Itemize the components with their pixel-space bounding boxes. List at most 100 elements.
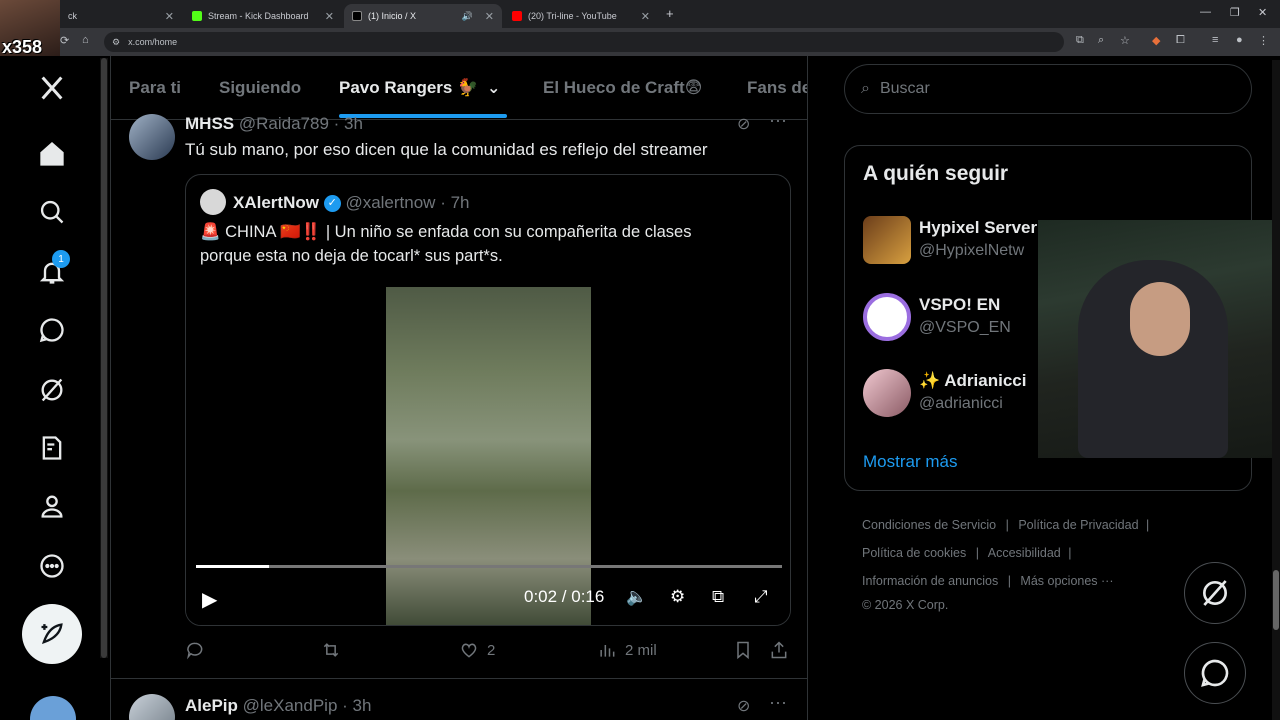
privacy-link[interactable]: Política de Privacidad — [1018, 518, 1138, 532]
cast-icon[interactable]: ⧉ — [1076, 34, 1084, 47]
messages-fab-button[interactable] — [1184, 642, 1246, 704]
browser-window: { "browser": { "tabs": [ {"title": "ck",… — [0, 0, 1280, 720]
bookmark-star-icon[interactable]: ☆ — [1120, 34, 1130, 47]
show-more-link[interactable]: Mostrar más — [863, 452, 957, 472]
home-icon[interactable] — [36, 138, 68, 170]
speaker-icon[interactable]: 🔊 — [462, 11, 473, 22]
tweet-more-icon[interactable]: ··· — [769, 110, 787, 131]
sidebar-scrollbar[interactable] — [100, 58, 108, 658]
grok-fab-button[interactable] — [1184, 562, 1246, 624]
browser-tab-bar: ck ✕ Stream - Kick Dashboard ✕ (1) Inici… — [0, 0, 1280, 28]
next-tweet-avatar[interactable] — [129, 694, 175, 720]
picture-in-picture-icon[interactable]: ⧉ — [712, 587, 724, 607]
browser-tab-4[interactable]: (20) Tri-line - YouTube ✕ — [504, 4, 658, 28]
adrianicci-avatar — [863, 369, 911, 417]
more-options-icon[interactable] — [36, 550, 68, 582]
messages-bubble-icon[interactable] — [36, 314, 68, 346]
footer-row-1: Condiciones de Servicio | Política de Pr… — [862, 518, 1153, 532]
share-icon — [771, 641, 787, 659]
minimize-icon[interactable]: — — [1200, 6, 1211, 18]
page-scrollbar[interactable] — [1272, 60, 1280, 720]
profile-icon[interactable]: ● — [1236, 34, 1243, 46]
reply-icon — [187, 642, 203, 660]
play-icon[interactable]: ▶ — [202, 587, 217, 612]
reply-button[interactable] — [185, 640, 205, 660]
accessibility-link[interactable]: Accesibilidad — [988, 546, 1061, 560]
extension-icon[interactable]: ◆ — [1152, 34, 1160, 47]
media-control-icon[interactable]: ≡ — [1212, 34, 1218, 46]
browser-menu-icon[interactable]: ⋮ — [1258, 34, 1269, 47]
verified-badge-icon: ✓ — [323, 195, 341, 213]
volume-icon[interactable]: 🔈 — [626, 587, 647, 607]
fullscreen-icon[interactable]: ⤢ — [754, 587, 768, 607]
tweet-author-name[interactable]: MHSS — [185, 114, 234, 133]
grok-icon — [1203, 580, 1227, 606]
terms-link[interactable]: Condiciones de Servicio — [862, 518, 996, 532]
maximize-icon[interactable]: ❐ — [1230, 6, 1240, 19]
account-avatar[interactable] — [30, 696, 76, 720]
heart-icon — [461, 643, 477, 658]
share-button[interactable] — [769, 640, 789, 660]
new-tab-icon[interactable]: + — [666, 6, 674, 21]
close-tab-icon[interactable]: ✕ — [325, 10, 334, 23]
quoted-tweet[interactable]: XAlertNow ✓ @xalertnow · 7h 🚨 CHINA 🇨🇳‼️… — [185, 174, 791, 626]
next-tweet-more-icon[interactable]: ··· — [769, 692, 787, 713]
grok-icon[interactable]: ⊘ — [737, 696, 750, 716]
follow-name: Hypixel Server — [919, 218, 1038, 237]
quote-time: · 7h — [440, 193, 470, 212]
footer-row-2: Política de cookies | Accesibilidad | — [862, 546, 1075, 560]
settings-gear-icon[interactable]: ⚙ — [670, 587, 685, 607]
follow-handle: @adrianicci — [919, 395, 1003, 412]
profile-person-icon[interactable] — [36, 490, 68, 522]
search-box[interactable]: ⌕ Buscar — [844, 64, 1252, 114]
video-progress-bar[interactable] — [196, 565, 782, 568]
tweet-author-handle[interactable]: @Raida789 — [239, 114, 329, 133]
extensions-puzzle-icon[interactable]: ⧠ — [1176, 34, 1185, 47]
hypixel-avatar — [863, 216, 911, 264]
repost-button[interactable] — [321, 640, 341, 660]
views-button[interactable]: 2 mil — [597, 640, 657, 660]
next-tweet-time[interactable]: · 3h — [342, 696, 371, 715]
zoom-icon[interactable]: ⌕ — [1098, 34, 1104, 47]
tweet-author-avatar[interactable] — [129, 114, 175, 160]
left-sidebar: 1 — [0, 56, 100, 720]
follow-name: ✨ Adrianicci — [919, 371, 1027, 390]
tab-para-ti[interactable]: Para ti — [129, 78, 181, 98]
close-tab-icon[interactable]: ✕ — [165, 10, 174, 23]
site-info-icon[interactable]: ⚙ — [112, 37, 120, 48]
tweet-actions: 2 2 mil — [185, 640, 791, 668]
bookmark-button[interactable] — [733, 640, 753, 660]
more-options-link[interactable]: Más opciones ··· — [1020, 574, 1113, 588]
grok-icon[interactable] — [36, 374, 68, 406]
tab-siguiendo[interactable]: Siguiendo — [219, 78, 301, 98]
compose-post-button[interactable] — [22, 604, 82, 664]
browser-tab-2[interactable]: Stream - Kick Dashboard ✕ — [184, 4, 342, 28]
browser-tab-3[interactable]: (1) Inicio / X 🔊 ✕ — [344, 4, 502, 28]
ads-info-link[interactable]: Información de anuncios — [862, 574, 998, 588]
close-tab-icon[interactable]: ✕ — [485, 10, 494, 23]
like-button[interactable]: 2 — [459, 640, 495, 660]
tab-pavo-rangers[interactable]: Pavo Rangers 🐓 — [339, 78, 478, 98]
home-icon[interactable]: ⌂ — [82, 34, 89, 46]
x-logo-icon[interactable] — [36, 72, 68, 104]
cookies-link[interactable]: Política de cookies — [862, 546, 966, 560]
tab-el-hueco-de-craft[interactable]: El Hueco de Craft😨 — [543, 78, 702, 98]
tweet-time[interactable]: · 3h — [334, 114, 363, 133]
tab-title: ck — [68, 11, 77, 21]
close-tab-icon[interactable]: ✕ — [641, 10, 650, 23]
chevron-down-icon[interactable]: ⌄ — [487, 78, 500, 98]
lists-note-icon[interactable] — [36, 432, 68, 464]
browser-tab-1[interactable]: ck ✕ — [60, 4, 182, 28]
tab-fans-de[interactable]: Fans de — [747, 78, 807, 98]
address-bar[interactable]: ⚙ x.com/home — [104, 32, 1064, 52]
explore-search-icon[interactable] — [36, 196, 68, 228]
bookmark-icon — [737, 641, 749, 660]
reload-icon[interactable]: ⟳ — [60, 34, 69, 47]
url-text[interactable]: x.com/home — [128, 37, 177, 47]
close-window-icon[interactable]: ✕ — [1258, 6, 1267, 19]
search-placeholder[interactable]: Buscar — [880, 80, 930, 98]
next-tweet-author-name[interactable]: AlePip — [185, 696, 238, 715]
next-tweet-author-handle[interactable]: @leXandPip — [243, 696, 338, 715]
video-player[interactable]: ▶ 0:02 / 0:16 🔈 ⚙ ⧉ ⤢ — [186, 287, 790, 625]
grok-icon[interactable]: ⊘ — [737, 114, 750, 134]
